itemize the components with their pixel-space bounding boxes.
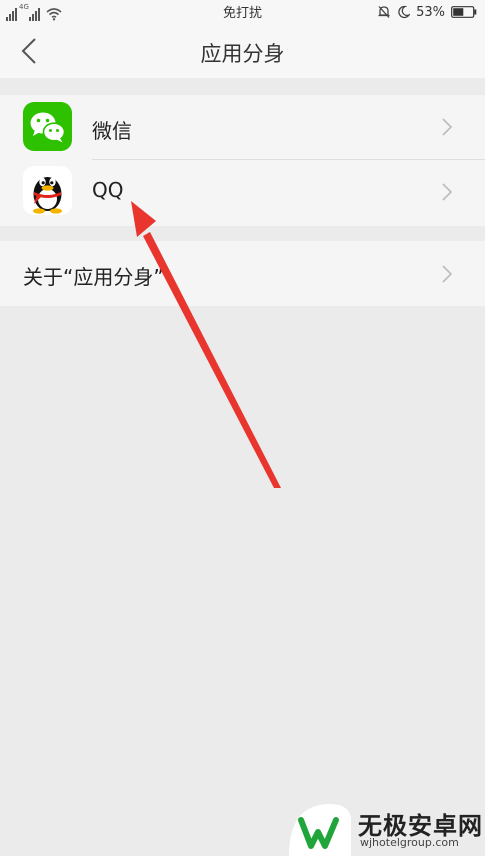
watermark-url: wjhotelgroup.com: [360, 836, 459, 849]
list-item-qq[interactable]: QQ: [0, 160, 485, 226]
back-button[interactable]: [12, 34, 46, 68]
about-section: 关于“应用分身”: [0, 241, 485, 306]
page-title: 应用分身: [200, 42, 285, 66]
chevron-left-icon: [21, 38, 36, 64]
wechat-icon: [23, 102, 72, 151]
qq-penguin-icon: [23, 166, 72, 215]
chevron-right-icon: [442, 183, 453, 201]
chevron-right-icon: [442, 265, 453, 283]
list-item-wechat[interactable]: 微信: [0, 95, 485, 160]
moon-icon: [398, 5, 411, 19]
about-app-clone-item[interactable]: 关于“应用分身”: [0, 241, 485, 306]
about-label: 关于“应用分身”: [23, 265, 164, 289]
watermark-logo-icon: [289, 803, 351, 856]
battery-percent: 53%: [416, 4, 445, 20]
qq-label: QQ: [92, 178, 124, 202]
nav-bar: 应用分身: [0, 24, 485, 78]
watermark: 无极安卓网 wjhotelgroup.com: [283, 798, 485, 856]
status-right: 53%: [377, 2, 477, 22]
app-clone-list: 微信 QQ: [0, 95, 485, 226]
chevron-right-icon: [442, 118, 453, 136]
wechat-label: 微信: [92, 119, 132, 143]
status-bar: 4G 免打扰 53%: [0, 0, 485, 24]
battery-icon: [451, 6, 477, 18]
bell-muted-icon: [378, 6, 390, 18]
